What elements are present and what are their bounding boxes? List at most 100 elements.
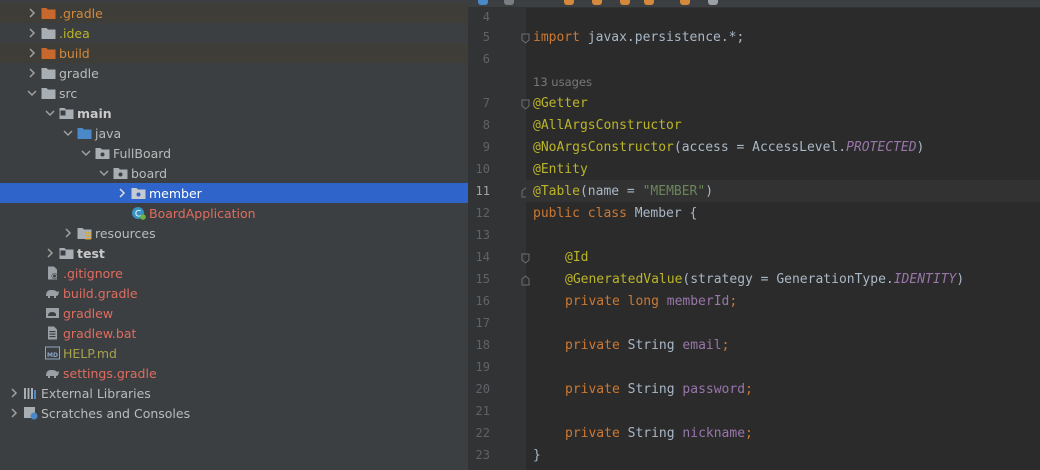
- fold-marker-icon[interactable]: [521, 33, 530, 44]
- tree-item-external-libraries[interactable]: External Libraries: [0, 383, 468, 403]
- tree-item-main[interactable]: main: [0, 103, 468, 123]
- tree-item-gradlew[interactable]: gradlew: [0, 303, 468, 323]
- gradle-elephant-icon: [44, 365, 60, 381]
- toolbar-icon[interactable]: [620, 0, 630, 5]
- chevron-down-icon[interactable]: [78, 145, 94, 161]
- code-line-16[interactable]: private long memberId;: [565, 294, 737, 309]
- libraries-icon: [22, 385, 38, 401]
- toolbar-icon[interactable]: [478, 0, 488, 5]
- line-number: 17: [475, 316, 490, 330]
- source-root-folder-icon: [58, 105, 74, 121]
- semicolon: ;: [745, 426, 753, 441]
- folder-icon: [40, 85, 56, 101]
- code-text: javax.persistence.*;: [579, 30, 745, 45]
- chevron-right-icon[interactable]: [24, 5, 40, 21]
- tree-item-label: main: [77, 105, 112, 121]
- closing-brace: }: [533, 448, 541, 463]
- chevron-down-icon[interactable]: [24, 85, 40, 101]
- chevron-down-icon[interactable]: [60, 125, 76, 141]
- chevron-right-icon[interactable]: [24, 45, 40, 61]
- code-line-12[interactable]: public class Member {: [533, 206, 697, 221]
- tree-item-gitignore[interactable]: .gitignore: [0, 263, 468, 283]
- tree-item-fullboard[interactable]: FullBoard: [0, 143, 468, 163]
- markdown-file-icon: MD: [44, 345, 60, 361]
- tree-item-label: BoardApplication: [149, 205, 256, 221]
- type-name: String: [619, 382, 683, 397]
- chevron-right-icon[interactable]: [24, 25, 40, 41]
- chevron-right-icon[interactable]: [114, 185, 130, 201]
- tree-item-java[interactable]: java: [0, 123, 468, 143]
- enum-constant: IDENTITY: [893, 272, 957, 287]
- line-number: 15: [475, 272, 490, 286]
- code-line-7[interactable]: @Getter: [533, 96, 588, 111]
- tree-item-settings-gradle[interactable]: settings.gradle: [0, 363, 468, 383]
- fold-marker-icon[interactable]: [521, 275, 530, 286]
- field-name: password: [682, 382, 746, 397]
- svg-text:C: C: [134, 210, 140, 220]
- code-line-10[interactable]: @Entity: [533, 162, 588, 177]
- code-line-5[interactable]: import javax.persistence.*;: [533, 30, 744, 45]
- tree-item-help-md[interactable]: MD HELP.md: [0, 343, 468, 363]
- toolbar-icon[interactable]: [564, 0, 574, 5]
- chevron-right-icon[interactable]: [42, 245, 58, 261]
- tree-item-boardapplication[interactable]: C BoardApplication: [0, 203, 468, 223]
- tree-item-src[interactable]: src: [0, 83, 468, 103]
- chevron-right-icon[interactable]: [24, 65, 40, 81]
- toolbar-icon[interactable]: [644, 0, 654, 5]
- toolbar-icon[interactable]: [592, 0, 602, 5]
- code-line-9[interactable]: @NoArgsConstructor(access = AccessLevel.…: [533, 140, 924, 155]
- annotation: @Getter: [533, 96, 588, 111]
- tree-item-member[interactable]: member: [0, 183, 468, 203]
- annotation: @GeneratedValue: [565, 272, 683, 287]
- code-line-18[interactable]: private String email;: [565, 338, 729, 353]
- tree-item-label: board: [131, 165, 168, 181]
- tree-item-resources[interactable]: resources: [0, 223, 468, 243]
- code-line-14[interactable]: @Id: [565, 250, 588, 265]
- toolbar-icon[interactable]: [680, 0, 690, 5]
- code-text: (name =: [579, 184, 643, 199]
- code-line-11[interactable]: @Table(name = "MEMBER"): [533, 184, 713, 199]
- tree-item-build[interactable]: build: [0, 43, 468, 63]
- tree-item-test[interactable]: test: [0, 243, 468, 263]
- code-line-8[interactable]: @AllArgsConstructor: [533, 118, 682, 133]
- chevron-right-icon[interactable]: [6, 405, 22, 421]
- folder-icon: [40, 65, 56, 81]
- test-folder-icon: [58, 245, 74, 261]
- tree-item-gradle-cache[interactable]: .gradle: [0, 3, 468, 23]
- usages-hint[interactable]: 13 usages: [533, 75, 592, 89]
- tree-item-idea[interactable]: .idea: [0, 23, 468, 43]
- folder-excluded-icon: [40, 5, 56, 21]
- chevron-right-icon[interactable]: [60, 225, 76, 241]
- fold-marker-icon[interactable]: [521, 253, 530, 264]
- annotation: @Table: [533, 184, 580, 199]
- toolbar-icon[interactable]: [504, 0, 514, 5]
- bat-file-icon: [44, 325, 60, 341]
- tree-item-label: gradlew.bat: [63, 325, 137, 341]
- tree-item-scratches-and-consoles[interactable]: Scratches and Consoles: [0, 403, 468, 423]
- chevron-down-icon[interactable]: [708, 0, 718, 5]
- code-text: Member {: [626, 206, 698, 221]
- code-line-23[interactable]: }: [533, 448, 541, 463]
- chevron-right-icon[interactable]: [6, 385, 22, 401]
- annotation: @AllArgsConstructor: [533, 118, 682, 133]
- code-line-20[interactable]: private String password;: [565, 382, 753, 397]
- keyword: private: [565, 338, 620, 353]
- line-number: 22: [475, 426, 490, 440]
- code-text: (strategy = GenerationType.: [682, 272, 894, 287]
- tree-item-gradlew-bat[interactable]: gradlew.bat: [0, 323, 468, 343]
- tree-item-label: member: [149, 185, 202, 201]
- tree-item-gradle[interactable]: gradle: [0, 63, 468, 83]
- line-number: 14: [475, 250, 490, 264]
- chevron-down-icon[interactable]: [96, 165, 112, 181]
- fold-marker-icon[interactable]: [521, 99, 530, 110]
- code-editor[interactable]: 4 5 6 7 8 9 10 11 12 13 14 15 16 17 18 1…: [468, 0, 1040, 470]
- code-line-22[interactable]: private String nickname;: [565, 426, 753, 441]
- code-line-15[interactable]: @GeneratedValue(strategy = GenerationTyp…: [565, 272, 964, 287]
- chevron-down-icon[interactable]: [42, 105, 58, 121]
- line-number-gutter: 4 5 6 7 8 9 10 11 12 13 14 15 16 17 18 1…: [468, 8, 530, 470]
- semicolon: ;: [721, 338, 730, 353]
- keyword: private: [565, 382, 620, 397]
- tree-item-board[interactable]: board: [0, 163, 468, 183]
- tree-item-build-gradle[interactable]: build.gradle: [0, 283, 468, 303]
- tree-item-label: .gitignore: [63, 265, 123, 281]
